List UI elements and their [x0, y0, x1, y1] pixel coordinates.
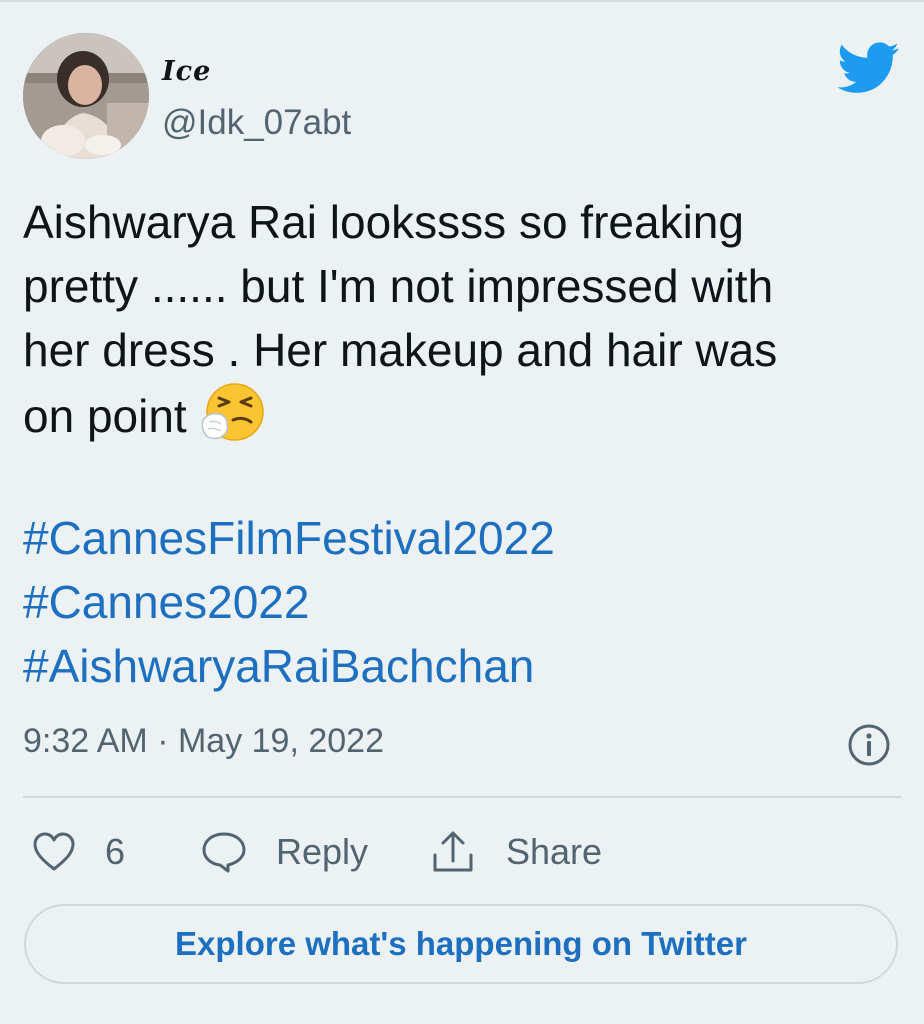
twitter-bird-icon[interactable] [837, 42, 900, 94]
hashtag-link[interactable]: #CannesFilmFestival2022 [23, 506, 555, 570]
hashtag-link[interactable]: #AishwaryaRaiBachchan [23, 634, 555, 698]
tweet-text-line: her dress . Her makeup and hair was [23, 324, 778, 376]
speech-bubble-icon [200, 830, 248, 874]
reply-button[interactable]: Reply [200, 822, 368, 882]
tweet-text-line: pretty ...... but I'm not impressed with [23, 260, 774, 312]
explore-twitter-button[interactable]: Explore what's happening on Twitter [24, 904, 898, 984]
avatar[interactable] [23, 33, 149, 159]
tweet-text-line: on point [23, 390, 187, 442]
hashtag-link[interactable]: #Cannes2022 [23, 570, 555, 634]
tweet-text: Aishwarya Rai lookssss so freaking prett… [23, 190, 903, 448]
like-count: 6 [105, 831, 126, 872]
tweet-text-last-line: on point [23, 382, 903, 448]
divider [23, 796, 901, 798]
tweet-timestamp[interactable]: 9:32 AM · May 19, 2022 [23, 722, 384, 761]
card-top-border [0, 0, 924, 2]
explore-label: Explore what's happening on Twitter [175, 925, 747, 962]
info-icon[interactable] [846, 722, 892, 768]
reply-label: Reply [276, 831, 369, 872]
share-label: Share [506, 831, 603, 872]
share-button[interactable]: Share [430, 822, 602, 882]
display-name[interactable]: Ice [162, 56, 211, 87]
tweet-text-line: Aishwarya Rai lookssss so freaking [23, 196, 744, 248]
user-handle[interactable]: @Idk_07abt [162, 103, 351, 143]
share-icon [430, 829, 476, 875]
heart-icon [31, 831, 77, 873]
hashtag-list: #CannesFilmFestival2022 #Cannes2022 #Ais… [23, 506, 555, 698]
sneezing-face-emoji [199, 382, 265, 442]
tweet-card: Ice @Idk_07abt Aishwarya Rai lookssss so… [0, 0, 924, 1024]
like-button[interactable]: 6 [31, 822, 125, 882]
